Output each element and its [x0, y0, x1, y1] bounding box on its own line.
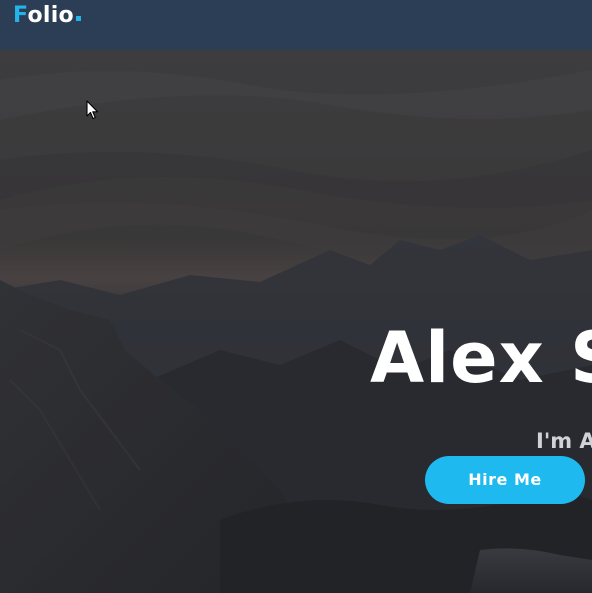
mouse-pointer-icon: [86, 100, 99, 120]
logo-dot-icon: [75, 16, 81, 21]
hero-section: Alex S I'm A: [0, 50, 592, 593]
hire-me-button[interactable]: Hire Me: [425, 456, 585, 504]
navbar: Folio: [0, 0, 592, 50]
logo-initial: F: [13, 3, 28, 28]
page: Folio Alex I'm A Hire Me: [0, 0, 592, 593]
logo-text: olio: [27, 3, 74, 28]
hero-subtitle: I'm A: [536, 429, 592, 453]
hero-title: Alex S: [370, 317, 592, 399]
logo-link[interactable]: Folio: [13, 1, 81, 31]
